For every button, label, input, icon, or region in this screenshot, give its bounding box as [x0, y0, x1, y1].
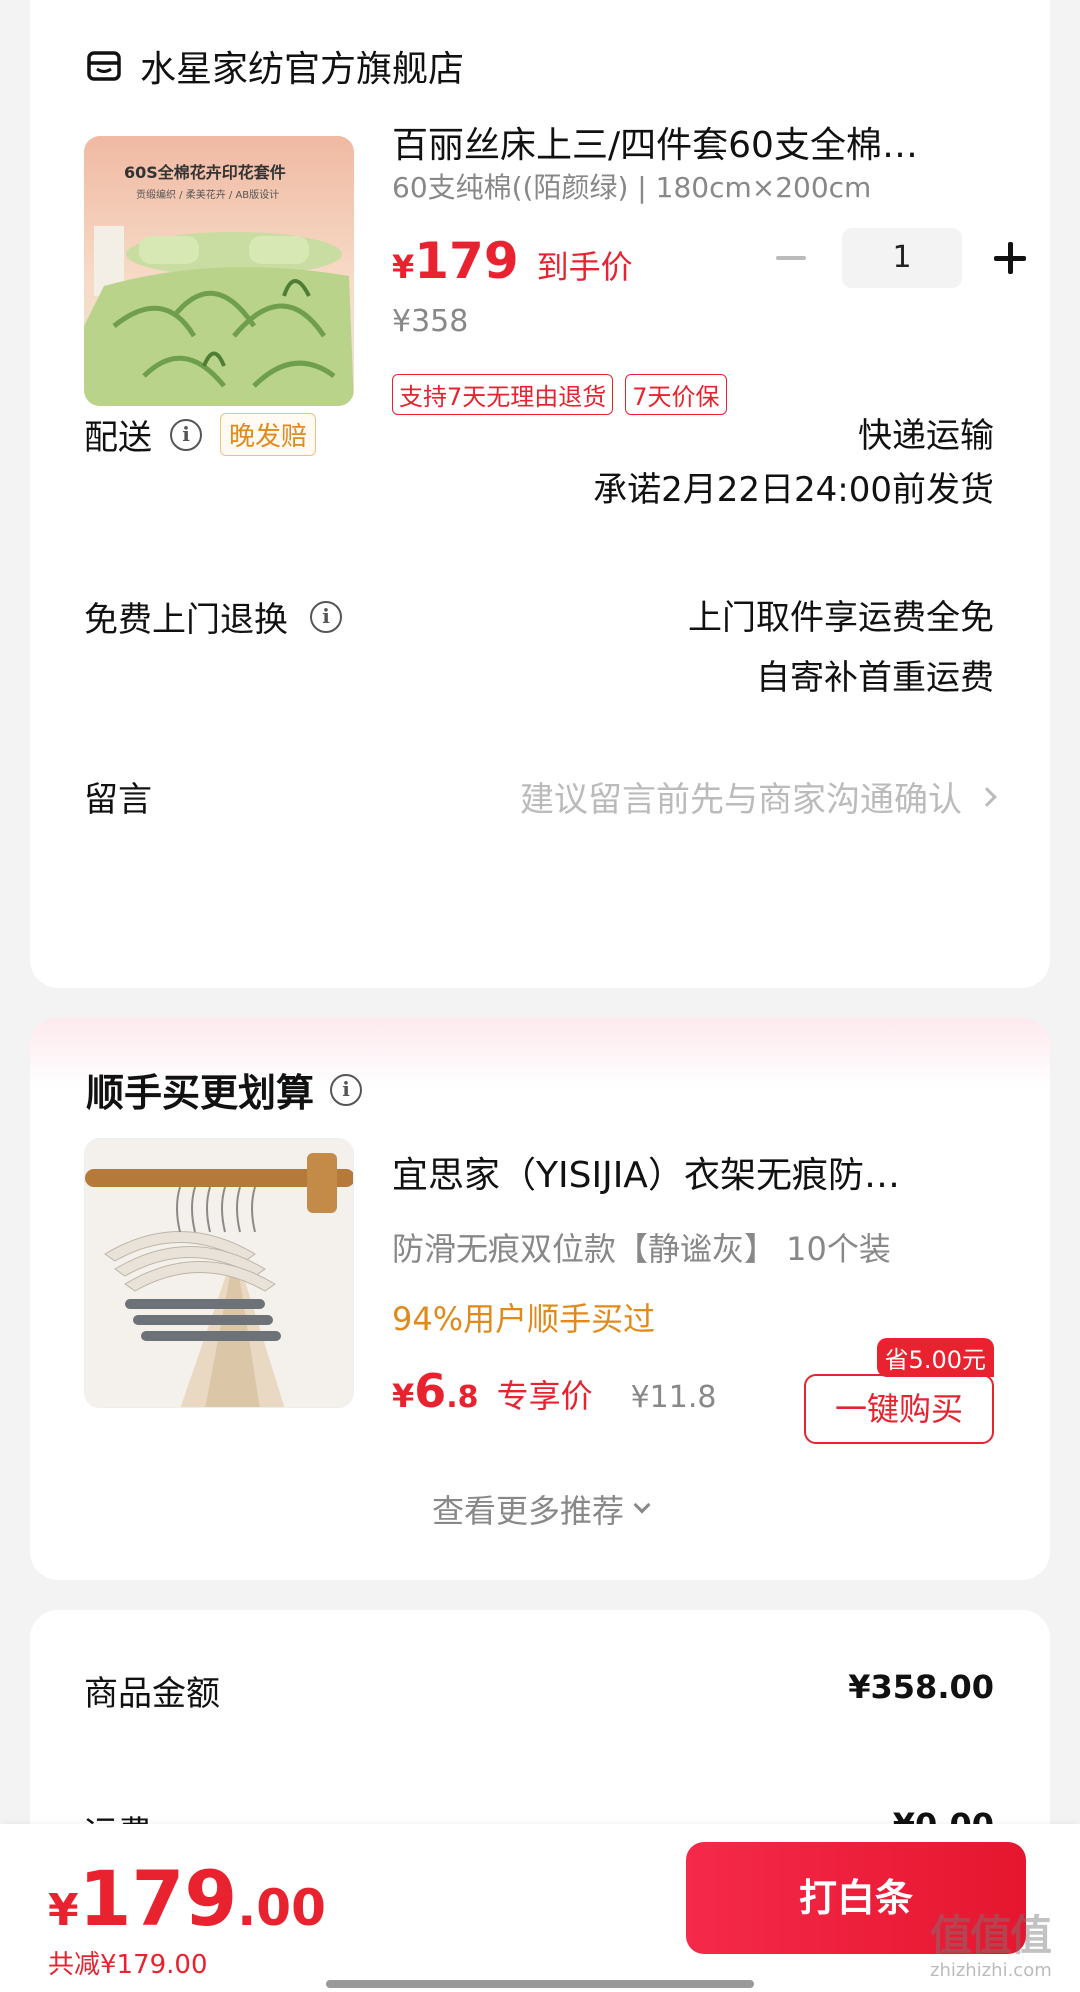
one-click-buy-button[interactable]: 一键购买 — [804, 1374, 994, 1444]
info-icon[interactable]: i — [310, 600, 342, 633]
message-label: 留言 — [84, 780, 152, 820]
promo-tags: 支持7天无理由退货 7天价保 — [392, 374, 727, 415]
return-label: 免费上门退换 — [84, 600, 288, 640]
more-recommendations-label: 查看更多推荐 — [431, 1492, 624, 1530]
site-watermark: 值值值 — [930, 1911, 1052, 1960]
shop-icon — [87, 51, 121, 81]
save-badge: 省5.00元 — [876, 1338, 994, 1377]
product-title[interactable]: 百丽丝床上三/四件套60支全棉… — [392, 116, 982, 168]
delivery-method: 快递运输 — [858, 416, 994, 456]
decrement-button[interactable] — [760, 228, 820, 288]
price-tag: 专享价 — [496, 1377, 593, 1415]
total-decimal: .00 — [237, 1879, 326, 1937]
message-field[interactable]: 建议留言前先与商家沟通确认 — [520, 772, 997, 821]
recommend-social-proof: 94%用户顺手买过 — [392, 1300, 656, 1338]
message-placeholder: 建议留言前先与商家沟通确认 — [520, 780, 962, 820]
recommend-price: ¥ 6 .8 专享价 ¥11.8 — [392, 1364, 716, 1418]
price-currency: ¥ — [392, 1377, 415, 1415]
chevron-down-icon — [633, 1496, 651, 1514]
recommendation-card: 顺手买更划算 i 宜思家（YISIJIA）衣架无痕防… 防滑无痕双位款【静谧灰】… — [30, 1018, 1050, 1580]
return-line-2: 自寄补首重运费 — [756, 658, 994, 698]
total-discount[interactable]: 共减¥179.00 — [48, 1944, 208, 1981]
price-protect-tag: 7天价保 — [625, 374, 727, 415]
price-decimal: .8 — [446, 1380, 479, 1415]
recommendation-header: 顺手买更划算 i — [86, 1062, 363, 1117]
product-price: ¥ 179 到手价 — [392, 232, 633, 290]
recommend-product-name[interactable]: 宜思家（YISIJIA）衣架无痕防… — [392, 1146, 982, 1198]
product-image-subtitle: 贡缎编织 / 柔美花卉 / AB版设计 — [136, 188, 279, 201]
return-line-1: 上门取件享运费全免 — [688, 598, 994, 638]
original-price: ¥358 — [392, 304, 469, 339]
late-compensation-badge: 晚发赔 — [220, 413, 317, 456]
delivery-promise: 承诺2月22日24:00前发货 — [593, 470, 994, 510]
site-watermark-url: zhizhizhi.com — [930, 1960, 1052, 1981]
chevron-right-icon — [977, 786, 997, 807]
store-name: 水星家纺官方旗舰店 — [140, 49, 465, 90]
quick-buy: 一键购买 省5.00元 — [804, 1338, 994, 1448]
delivery-row: 配送 i 晚发赔 — [84, 410, 317, 459]
checkout-bar: ¥ 179 .00 共减¥179.00 打白条 — [0, 1824, 1080, 1992]
total-price: ¥ 179 .00 — [48, 1854, 326, 1943]
store-header[interactable]: 水星家纺官方旗舰店 — [86, 40, 464, 92]
home-indicator[interactable] — [326, 1980, 754, 1988]
increment-button[interactable] — [980, 228, 1040, 288]
goods-amount-value: ¥358.00 — [848, 1668, 994, 1706]
goods-amount-label: 商品金额 — [84, 1674, 220, 1714]
info-icon[interactable]: i — [330, 1073, 363, 1106]
more-recommendations[interactable]: 查看更多推荐 — [30, 1486, 1050, 1532]
recommend-product-spec[interactable]: 防滑无痕双位款【静谧灰】 10个装 — [392, 1224, 891, 1270]
original-price: ¥11.8 — [630, 1380, 717, 1415]
quantity-value[interactable]: 1 — [842, 228, 962, 288]
return-row: 免费上门退换 i — [84, 592, 342, 641]
info-icon[interactable]: i — [170, 418, 202, 451]
recommendation-title: 顺手买更划算 — [86, 1071, 315, 1115]
return-policy-tag: 支持7天无理由退货 — [392, 374, 614, 415]
price-integer: 6 — [414, 1364, 447, 1418]
product-spec[interactable]: 60支纯棉((陌颜绿) | 180cm×200cm — [392, 166, 871, 206]
quantity-stepper: 1 — [760, 228, 1040, 288]
price-currency: ¥ — [392, 248, 415, 286]
hanger-product-picture — [85, 1139, 353, 1407]
price-value: 179 — [414, 232, 519, 290]
product-image[interactable]: 60S全棉花卉印花套件 贡缎编织 / 柔美花卉 / AB版设计 — [84, 136, 354, 406]
product-image-title: 60S全棉花卉印花套件 — [124, 163, 286, 182]
recommend-product-image[interactable] — [84, 1138, 354, 1408]
total-integer: 179 — [78, 1854, 238, 1943]
total-currency: ¥ — [48, 1885, 79, 1936]
delivery-label: 配送 — [84, 418, 152, 458]
price-tag: 到手价 — [536, 248, 633, 286]
bedding-product-picture: 60S全棉花卉印花套件 贡缎编织 / 柔美花卉 / AB版设计 — [84, 136, 354, 406]
store-order-card: 水星家纺官方旗舰店 60S全棉花卉印花套件 贡缎编织 / 柔美花卉 / AB版设… — [30, 0, 1050, 988]
